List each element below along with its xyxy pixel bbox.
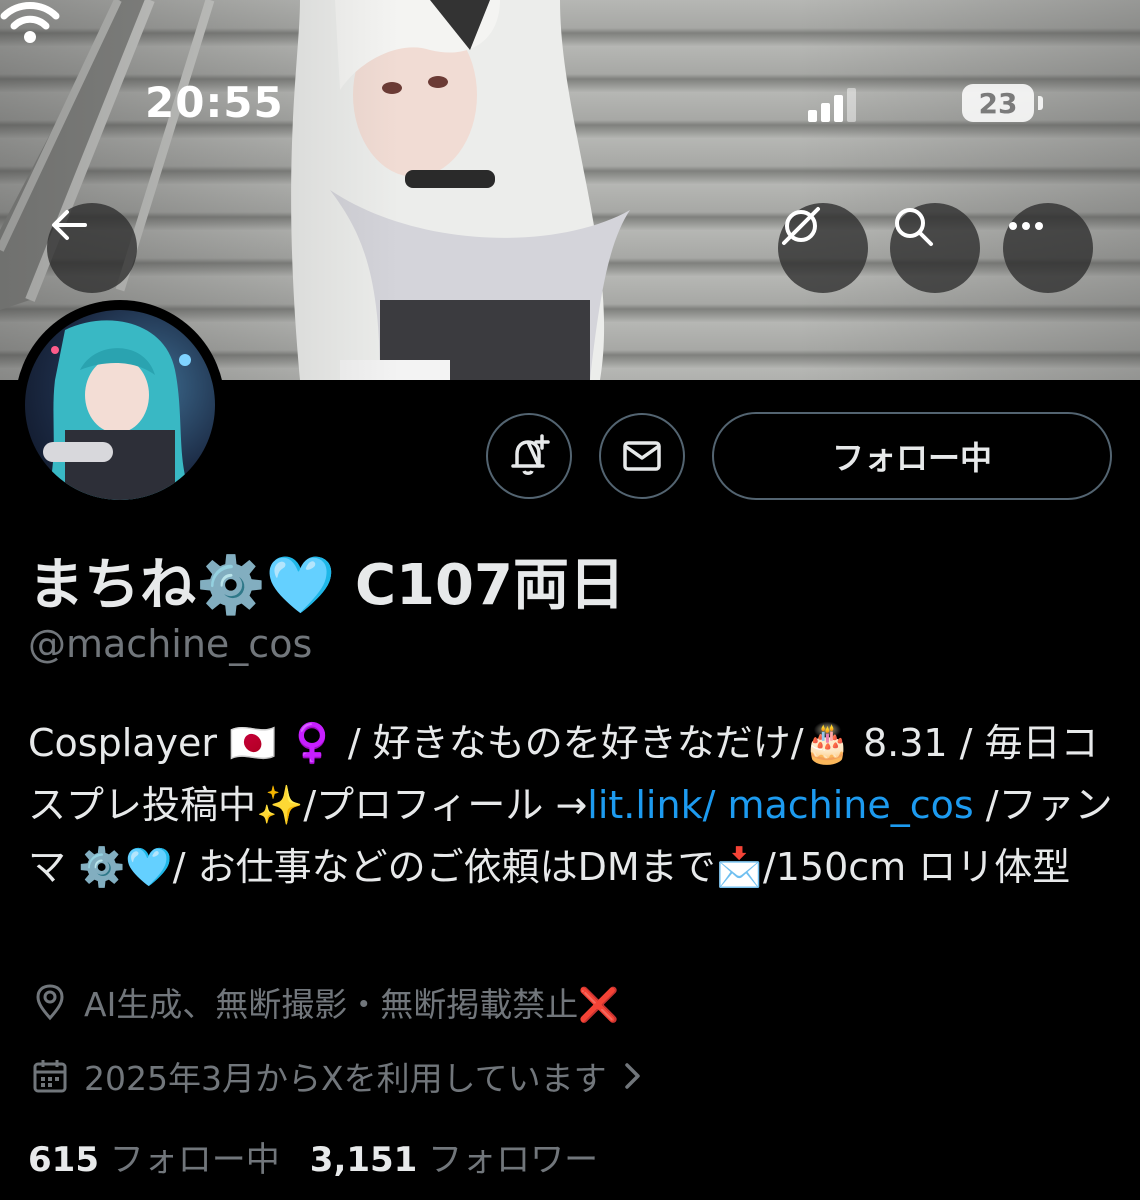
battery-indicator: 23 — [962, 84, 1034, 122]
avatar-image — [25, 310, 215, 500]
battery-cap — [1038, 96, 1043, 110]
follow-stats: 615 フォロー中 3,151 フォロワー — [28, 1132, 598, 1181]
profile-screen: 20:55 23 フォロー中 まちね⚙️🩵 C107両日 @machine_co… — [0, 0, 1140, 1200]
joined-text: 2025年3月からXを利用しています — [84, 1059, 607, 1098]
display-name: まちね⚙️🩵 C107両日 — [28, 553, 625, 618]
bell-plus-icon — [511, 434, 550, 475]
user-handle: @machine_cos — [28, 622, 313, 666]
calendar-icon — [28, 1054, 72, 1098]
location-pin-icon — [28, 980, 72, 1024]
profile-bio: Cosplayer 🇯🇵 ♀️ / 好きなものを好きなだけ/🎂 8.31 / 毎… — [28, 712, 1118, 898]
status-time: 20:55 — [145, 78, 284, 127]
grok-icon — [782, 207, 820, 245]
following-stat[interactable]: 615 フォロー中 — [28, 1140, 280, 1180]
followers-count: 3,151 — [309, 1140, 418, 1180]
more-button[interactable] — [1003, 203, 1093, 293]
followers-label: フォロワー — [428, 1140, 599, 1180]
search-icon — [895, 208, 933, 246]
following-label: フォロー中 — [109, 1140, 280, 1180]
wifi-icon — [0, 2, 60, 43]
following-count: 615 — [28, 1140, 99, 1180]
location-text: AI生成、無断撮影・無断掲載禁止❌ — [84, 985, 620, 1024]
followers-stat[interactable]: 3,151 フォロワー — [310, 1140, 598, 1180]
back-button[interactable] — [47, 203, 137, 293]
bio-link[interactable]: lit.link/ machine_cos — [587, 783, 973, 827]
more-icon — [1009, 222, 1043, 230]
envelope-icon — [623, 441, 661, 471]
arrow-left-icon — [52, 210, 87, 240]
joined-row[interactable]: 2025年3月からXを利用しています — [28, 1052, 647, 1100]
cellular-signal-icon — [808, 86, 858, 122]
chevron-right-icon — [624, 1063, 640, 1089]
message-button[interactable] — [599, 413, 685, 499]
location-row: AI生成、無断撮影・無断掲載禁止❌ — [28, 978, 619, 1026]
avatar[interactable] — [15, 300, 225, 510]
grok-button[interactable] — [778, 203, 868, 293]
following-button[interactable]: フォロー中 — [712, 412, 1112, 500]
search-button[interactable] — [890, 203, 980, 293]
notify-button[interactable] — [486, 413, 572, 499]
